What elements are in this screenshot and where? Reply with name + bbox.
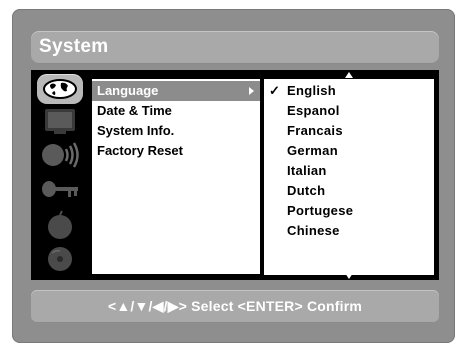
footer-bar: <▲/▼/◀/▶> Select <ENTER> Confirm [31, 290, 439, 323]
navigation-hint: <▲/▼/◀/▶> Select <ENTER> Confirm [107, 298, 363, 314]
apple-icon [48, 210, 72, 239]
menu-item-label: Language [97, 83, 159, 98]
language-option-francais[interactable]: Francais [264, 121, 434, 141]
page-title: System [39, 36, 109, 57]
header-bar: System [31, 31, 439, 64]
menu-item-date-time[interactable]: Date & Time [92, 101, 260, 121]
language-option-german[interactable]: German [264, 141, 434, 161]
speaker-icon [42, 142, 79, 168]
language-label: German [287, 143, 338, 158]
settings-menu: Language Date & Time System Info. Factor… [92, 79, 260, 274]
sidebar-item-disc[interactable] [37, 244, 83, 274]
language-option-espanol[interactable]: Espanol [264, 101, 434, 121]
menu-item-label: Date & Time [97, 103, 172, 118]
globe-icon [43, 79, 77, 99]
language-label: Francais [287, 123, 343, 138]
disc-icon [48, 247, 72, 271]
sidebar-item-audio[interactable] [37, 140, 83, 170]
sidebar-item-tv[interactable] [37, 106, 83, 136]
checkmark-icon: ✓ [269, 83, 280, 98]
key-icon [42, 181, 78, 197]
language-label: Dutch [287, 183, 326, 198]
language-label: Chinese [287, 223, 340, 238]
language-label: Espanol [287, 103, 340, 118]
menu-item-label: System Info. [97, 123, 175, 138]
sidebar-item-preferences[interactable] [37, 210, 83, 240]
language-list: ✓ English Espanol Francais German Italia… [264, 79, 434, 275]
sidebar-item-lock[interactable] [37, 176, 83, 206]
language-option-english[interactable]: ✓ English [264, 81, 434, 101]
sidebar-item-globe[interactable] [37, 74, 83, 104]
menu-item-factory-reset[interactable]: Factory Reset [92, 141, 260, 161]
language-option-chinese[interactable]: Chinese [264, 221, 434, 241]
arrow-right-icon [249, 87, 254, 95]
menu-item-system-info[interactable]: System Info. [92, 121, 260, 141]
osd-content: Language Date & Time System Info. Factor… [31, 70, 439, 280]
scroll-up-icon[interactable] [345, 72, 353, 78]
category-sidebar [31, 70, 89, 280]
scroll-down-icon[interactable] [345, 273, 353, 279]
language-option-portugese[interactable]: Portugese [264, 201, 434, 221]
language-label: Italian [287, 163, 327, 178]
menu-item-label: Factory Reset [97, 143, 183, 158]
language-option-italian[interactable]: Italian [264, 161, 434, 181]
language-label: Portugese [287, 203, 354, 218]
tv-icon [45, 109, 75, 134]
language-label: English [287, 83, 337, 98]
language-option-dutch[interactable]: Dutch [264, 181, 434, 201]
menu-item-language[interactable]: Language [92, 81, 260, 101]
